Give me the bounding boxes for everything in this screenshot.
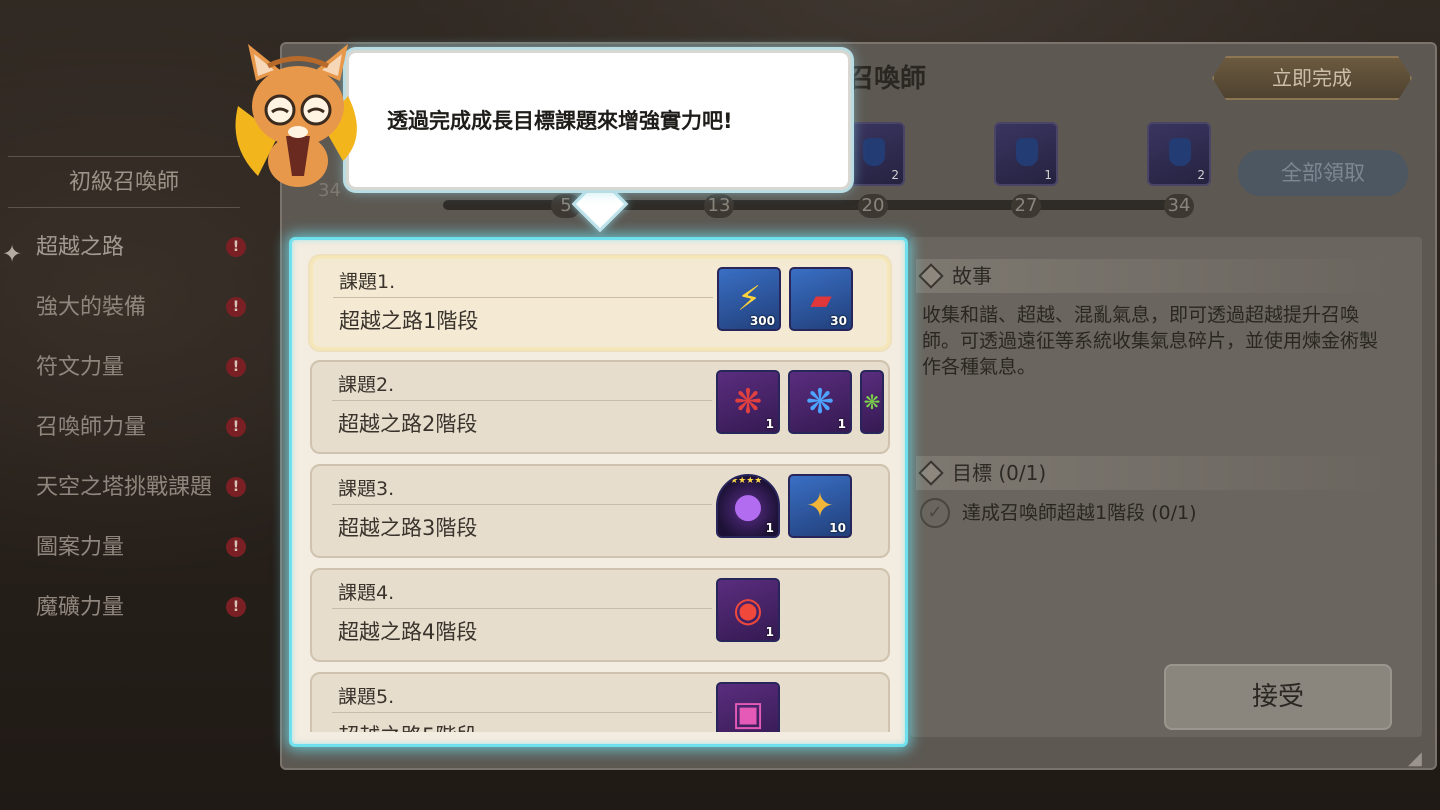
reward-count: 1 [765, 417, 774, 431]
reward-count: 2 [1197, 168, 1205, 182]
reward-count: 1 [1044, 168, 1052, 182]
quest-number: 課題4. [338, 582, 395, 604]
sidebar-item-mana-ore-power[interactable]: 魔礦力量 ! [36, 588, 256, 628]
story-text: 收集和諧、超越、混亂氣息，即可透過超越提升召喚師。可透過遠征等系統收集氣息碎片，… [922, 304, 1379, 378]
quest-number: 課題1. [339, 271, 396, 293]
quest-list[interactable]: 課題1. 超越之路1階段 ⚡ 300 ▰ 30 課題2. 超越之路2階段 ❋ 1… [304, 252, 896, 732]
gold-scroll-icon[interactable]: ✦ 10 [788, 474, 852, 538]
alert-icon: ! [226, 597, 246, 617]
story-heading-label: 故事 [952, 264, 992, 288]
resize-corner-icon: ◢ [1408, 748, 1422, 769]
sidebar-item-label: 超越之路 [36, 235, 125, 260]
quest-name: 超越之路1階段 [339, 309, 479, 333]
sidebar-item-strong-equipment[interactable]: 強大的裝備 ! [36, 288, 256, 328]
potion-icon [1016, 138, 1038, 166]
sidebar-item-transcendence-road[interactable]: ✦ 超越之路 ! [2, 228, 256, 268]
reward-count: 30 [830, 314, 847, 328]
milestone-reward-27[interactable]: 1 [994, 122, 1058, 186]
milestone-label-20: 20 [858, 194, 888, 218]
reward-count: 1 [765, 521, 774, 535]
story-heading: 故事 [916, 259, 1396, 293]
divider [332, 712, 712, 713]
sidebar-item-sky-tower-challenge[interactable]: 天空之塔挑戰課題 ! [36, 468, 256, 508]
sidebar-item-label: 符文力量 [36, 355, 125, 380]
goal-item: ✓ 達成召喚師超越1階段 (0/1) [920, 498, 1197, 528]
quest-name: 超越之路5階段 [338, 720, 477, 732]
reward-count: 1 [765, 625, 774, 639]
monster-icon[interactable]: ★★★★★ ● 1 [716, 474, 780, 538]
sidebar-item-label: 天空之塔挑戰課題 [36, 475, 213, 500]
sidebar-item-pattern-power[interactable]: 圖案力量 ! [36, 528, 256, 568]
reward-count: 10 [829, 521, 846, 535]
blue-scroll-icon[interactable]: ❋ 1 [788, 370, 852, 434]
divider [332, 504, 712, 505]
quest-card-2[interactable]: 課題2. 超越之路2階段 ❋ 1 ❋ 1 ❋ [310, 360, 890, 454]
quest-number: 課題5. [338, 686, 395, 708]
diamond-bullet-icon [918, 460, 944, 486]
category-sidebar: 初級召喚師 ✦ 超越之路 ! 強大的裝備 ! 符文力量 ! 召喚師力量 ! 天空… [0, 150, 270, 650]
potion-icon [1169, 138, 1191, 166]
goal-heading: 目標 (0/1) [916, 456, 1396, 490]
divider [332, 608, 712, 609]
complete-now-button[interactable]: 立即完成 [1212, 56, 1412, 100]
rune-orb-icon[interactable]: ◉ 1 [716, 578, 780, 642]
tutorial-message: 透過完成成長目標課題來增強實力吧! [387, 109, 733, 133]
milestone-label-34: 34 [1164, 194, 1194, 218]
cat-mascot-icon [235, 44, 357, 187]
sidebar-item-summoner-power[interactable]: 召喚師力量 ! [36, 408, 256, 448]
reward-count: 1 [837, 417, 846, 431]
quest-number: 課題2. [338, 374, 395, 396]
alert-icon: ! [226, 237, 246, 257]
divider [333, 297, 713, 298]
potion-icon [863, 138, 885, 166]
milestone-reward-34[interactable]: 2 [1147, 122, 1211, 186]
sidebar-item-label: 召喚師力量 [36, 415, 147, 440]
alert-icon: ! [226, 477, 246, 497]
claim-all-button[interactable]: 全部領取 [1238, 150, 1408, 196]
red-scroll-icon[interactable]: ❋ 1 [716, 370, 780, 434]
panel-title: 召喚師 [848, 64, 927, 94]
quest-list-highlight: 課題1. 超越之路1階段 ⚡ 300 ▰ 30 課題2. 超越之路2階段 ❋ 1… [289, 237, 908, 747]
reward-count: 300 [749, 314, 775, 328]
alert-icon: ! [226, 357, 246, 377]
quest-name: 超越之路2階段 [338, 412, 478, 436]
milestone-label-13: 13 [704, 194, 734, 218]
alert-icon: ! [226, 417, 246, 437]
check-icon: ✓ [920, 498, 950, 528]
card-icon[interactable]: ▣ [716, 682, 780, 732]
quest-number: 課題3. [338, 478, 395, 500]
quest-name: 超越之路4階段 [338, 620, 478, 644]
lightning-icon[interactable]: ⚡ 300 [717, 267, 781, 331]
quest-card-4[interactable]: 課題4. 超越之路4階段 ◉ 1 [310, 568, 890, 662]
reward-count: 2 [891, 168, 899, 182]
quest-name: 超越之路3階段 [338, 516, 478, 540]
goal-item-label: 達成召喚師超越1階段 (0/1) [962, 502, 1197, 524]
diamond-bullet-icon [918, 263, 944, 289]
tutorial-bubble: 透過完成成長目標課題來增強實力吧! [346, 50, 851, 190]
quest-card-3[interactable]: 課題3. 超越之路3階段 ★★★★★ ● 1 ✦ 10 [310, 464, 890, 558]
quest-card-1[interactable]: 課題1. 超越之路1階段 ⚡ 300 ▰ 30 [310, 256, 890, 350]
accept-button[interactable]: 接受 [1164, 664, 1392, 730]
sidebar-item-rune-power[interactable]: 符文力量 ! [36, 348, 256, 388]
milestone-label-27: 27 [1011, 194, 1041, 218]
sidebar-item-label: 強大的裝備 [36, 295, 147, 320]
goal-heading-label: 目標 (0/1) [952, 461, 1047, 485]
selected-star-icon: ✦ [2, 240, 23, 268]
sidebar-title: 初級召喚師 [8, 156, 240, 208]
alert-icon: ! [226, 297, 246, 317]
sidebar-item-label: 魔礦力量 [36, 595, 125, 620]
green-scroll-icon[interactable]: ❋ [860, 370, 884, 434]
ticket-icon[interactable]: ▰ 30 [789, 267, 853, 331]
alert-icon: ! [226, 537, 246, 557]
quest-card-5[interactable]: 課題5. 超越之路5階段 ▣ [310, 672, 890, 732]
sidebar-item-label: 圖案力量 [36, 535, 125, 560]
divider [332, 400, 712, 401]
